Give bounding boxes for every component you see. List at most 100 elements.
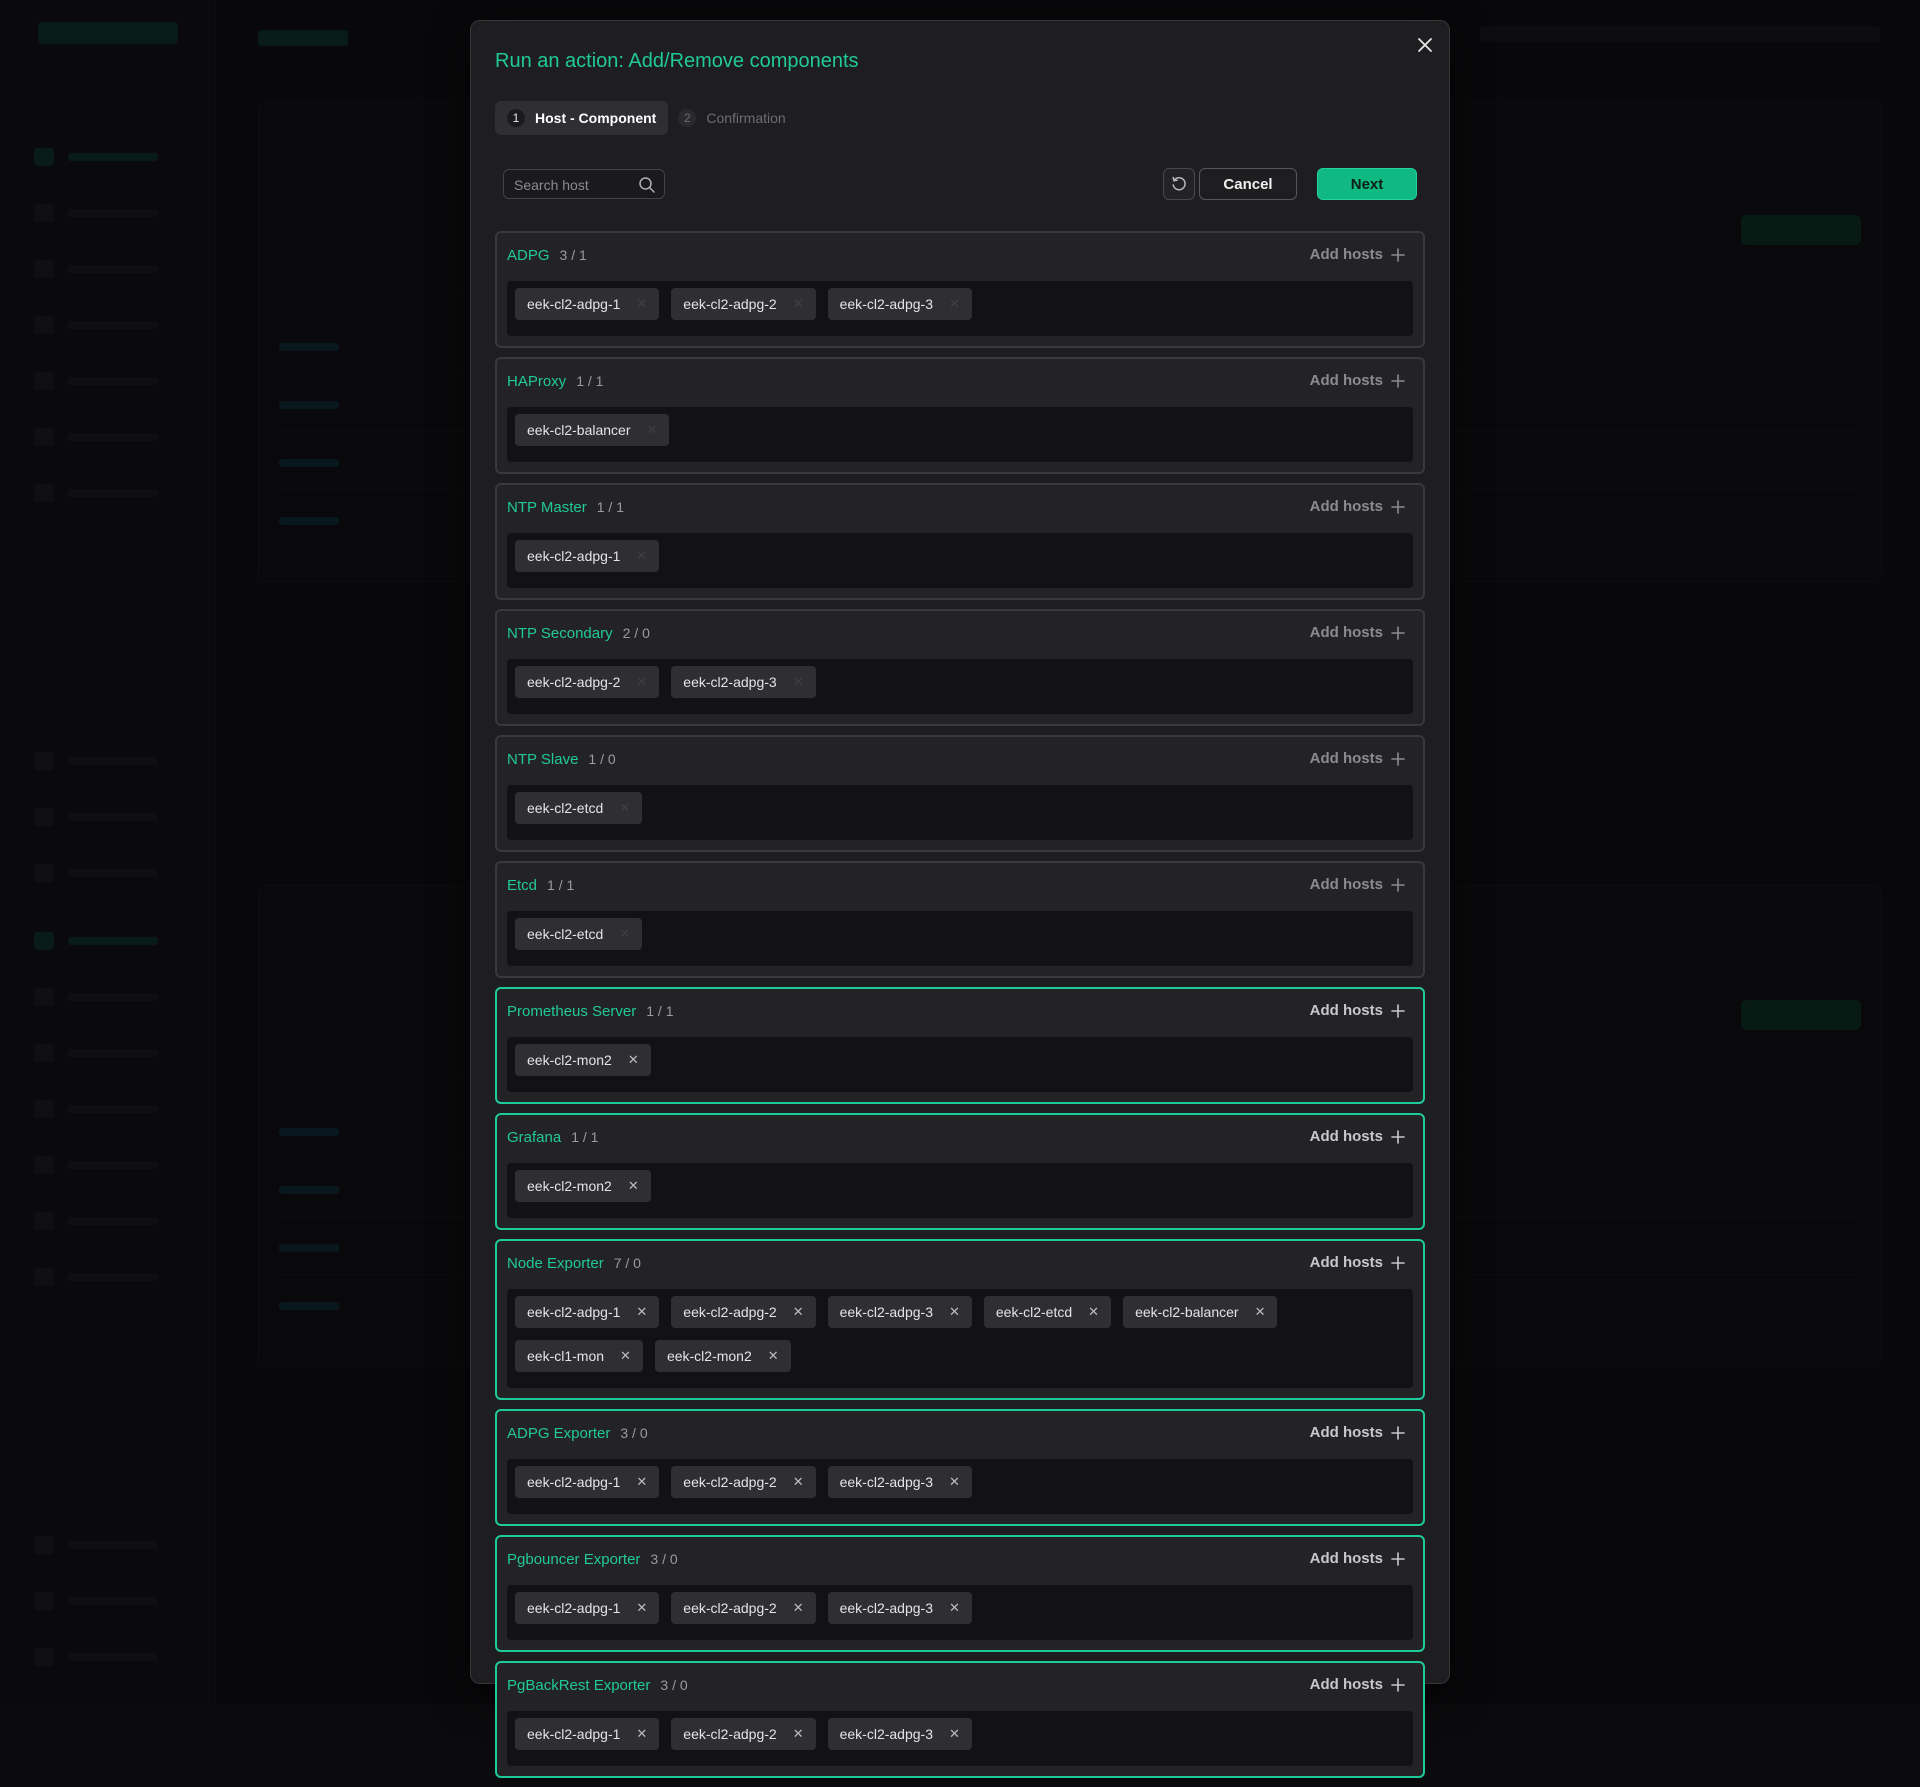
component-name: Pgbouncer Exporter 3 / 0 xyxy=(507,1551,678,1568)
step-confirmation[interactable]: 2 Confirmation xyxy=(676,101,797,135)
component-name: NTP Master 1 / 1 xyxy=(507,499,624,516)
remove-host-icon[interactable]: ✕ xyxy=(793,1474,804,1490)
remove-host-icon[interactable]: ✕ xyxy=(793,1600,804,1616)
host-chip: eek-cl2-adpg-3 ✕ xyxy=(827,288,972,320)
remove-host-icon[interactable]: ✕ xyxy=(636,674,647,690)
plus-icon xyxy=(1391,1129,1405,1144)
component-header: Node Exporter 7 / 0 Add hosts xyxy=(497,1241,1423,1289)
remove-host-icon[interactable]: ✕ xyxy=(636,1600,647,1616)
host-chip-list: eek-cl2-etcd ✕ xyxy=(507,911,1413,966)
plus-icon xyxy=(1391,1677,1405,1692)
remove-host-icon[interactable]: ✕ xyxy=(793,1304,804,1320)
add-hosts-button[interactable]: Add hosts xyxy=(1310,246,1405,263)
host-chip-label: eek-cl2-mon2 xyxy=(527,1178,612,1194)
add-hosts-button[interactable]: Add hosts xyxy=(1310,876,1405,893)
component-name-label: Etcd xyxy=(507,877,538,894)
remove-host-icon[interactable]: ✕ xyxy=(636,1474,647,1490)
close-button[interactable] xyxy=(1411,31,1439,59)
component-name-label: HAProxy xyxy=(507,373,567,390)
remove-host-icon[interactable]: ✕ xyxy=(768,1348,779,1364)
remove-host-icon[interactable]: ✕ xyxy=(949,1600,960,1616)
add-hosts-button[interactable]: Add hosts xyxy=(1310,498,1405,515)
remove-host-icon[interactable]: ✕ xyxy=(619,926,630,942)
component-block: Node Exporter 7 / 0 Add hosts eek-cl2-adpg-… xyxy=(495,1239,1425,1400)
component-name-label: Grafana xyxy=(507,1129,562,1146)
component-header: NTP Slave 1 / 0 Add hosts xyxy=(497,737,1423,785)
next-button[interactable]: Next xyxy=(1317,168,1417,200)
remove-host-icon[interactable]: ✕ xyxy=(793,674,804,690)
remove-host-icon[interactable]: ✕ xyxy=(636,296,647,312)
remove-host-icon[interactable]: ✕ xyxy=(1255,1304,1266,1320)
remove-host-icon[interactable]: ✕ xyxy=(949,1726,960,1742)
component-header: Pgbouncer Exporter 3 / 0 Add hosts xyxy=(497,1537,1423,1585)
host-chip: eek-cl2-adpg-3 ✕ xyxy=(827,1296,972,1328)
component-name-label: NTP Secondary xyxy=(507,625,613,642)
component-name-label: Prometheus Server xyxy=(507,1003,637,1020)
search-input[interactable] xyxy=(512,170,634,200)
add-hosts-label: Add hosts xyxy=(1309,1128,1383,1145)
remove-host-icon[interactable]: ✕ xyxy=(636,1304,647,1320)
host-chip: eek-cl2-mon2 ✕ xyxy=(515,1044,651,1076)
host-chip-label: eek-cl2-adpg-1 xyxy=(527,1304,621,1320)
close-icon xyxy=(1418,38,1432,52)
remove-host-icon[interactable]: ✕ xyxy=(636,548,647,564)
remove-host-icon[interactable]: ✕ xyxy=(949,1304,960,1320)
remove-host-icon[interactable]: ✕ xyxy=(628,1178,639,1194)
reset-button[interactable] xyxy=(1163,168,1195,200)
add-hosts-label: Add hosts xyxy=(1309,246,1383,263)
plus-icon xyxy=(1391,373,1405,388)
remove-host-icon[interactable]: ✕ xyxy=(1088,1304,1099,1320)
component-header: ADPG Exporter 3 / 0 Add hosts xyxy=(497,1411,1423,1459)
component-name-label: ADPG xyxy=(507,247,550,264)
plus-icon xyxy=(1391,1425,1405,1440)
add-hosts-label: Add hosts xyxy=(1309,1254,1383,1271)
search-icon[interactable] xyxy=(638,176,656,194)
host-chip: eek-cl2-adpg-3 ✕ xyxy=(827,1718,972,1750)
remove-host-icon[interactable]: ✕ xyxy=(619,800,630,816)
host-chip-label: eek-cl2-adpg-1 xyxy=(527,1726,621,1742)
plus-icon xyxy=(1391,499,1405,514)
remove-host-icon[interactable]: ✕ xyxy=(793,296,804,312)
add-hosts-label: Add hosts xyxy=(1309,372,1383,389)
host-chip: eek-cl2-etcd ✕ xyxy=(515,792,643,824)
host-chip-label: eek-cl2-adpg-2 xyxy=(683,1726,777,1742)
plus-icon xyxy=(1391,1255,1405,1270)
host-chip-list: eek-cl2-etcd ✕ xyxy=(507,785,1413,840)
host-chip-label: eek-cl2-adpg-2 xyxy=(683,1304,777,1320)
add-hosts-button[interactable]: Add hosts xyxy=(1310,1254,1405,1271)
host-chip: eek-cl2-adpg-1 ✕ xyxy=(515,540,660,572)
add-hosts-button[interactable]: Add hosts xyxy=(1310,1002,1405,1019)
plus-icon xyxy=(1391,625,1405,640)
component-block: ADPG Exporter 3 / 0 Add hosts eek-cl2-adpg-… xyxy=(495,1409,1425,1526)
add-hosts-button[interactable]: Add hosts xyxy=(1310,1424,1405,1441)
host-chip-label: eek-cl2-adpg-2 xyxy=(683,296,777,312)
add-hosts-button[interactable]: Add hosts xyxy=(1310,624,1405,641)
remove-host-icon[interactable]: ✕ xyxy=(647,422,658,438)
remove-host-icon[interactable]: ✕ xyxy=(620,1348,631,1364)
host-chip: eek-cl2-adpg-2 ✕ xyxy=(671,1296,816,1328)
component-name: Prometheus Server 1 / 1 xyxy=(507,1003,673,1020)
remove-host-icon[interactable]: ✕ xyxy=(793,1726,804,1742)
host-chip-label: eek-cl2-adpg-3 xyxy=(839,1474,933,1490)
host-chip: eek-cl2-adpg-3 ✕ xyxy=(827,1466,972,1498)
host-chip-label: eek-cl2-adpg-1 xyxy=(527,296,621,312)
remove-host-icon[interactable]: ✕ xyxy=(628,1052,639,1068)
search-host-box[interactable] xyxy=(503,169,665,200)
step-number: 1 xyxy=(507,109,525,127)
component-header: NTP Secondary 2 / 0 Add hosts xyxy=(497,611,1423,659)
add-hosts-label: Add hosts xyxy=(1309,1676,1383,1693)
component-name: ADPG 3 / 1 xyxy=(507,247,587,264)
add-hosts-button[interactable]: Add hosts xyxy=(1310,372,1405,389)
add-hosts-button[interactable]: Add hosts xyxy=(1310,750,1405,767)
remove-host-icon[interactable]: ✕ xyxy=(949,1474,960,1490)
component-host-count: 1 / 1 xyxy=(571,1129,599,1145)
add-hosts-button[interactable]: Add hosts xyxy=(1310,1128,1405,1145)
add-hosts-button[interactable]: Add hosts xyxy=(1310,1676,1405,1693)
remove-host-icon[interactable]: ✕ xyxy=(636,1726,647,1742)
remove-host-icon[interactable]: ✕ xyxy=(949,296,960,312)
host-chip: eek-cl2-balancer ✕ xyxy=(1123,1296,1278,1328)
add-hosts-button[interactable]: Add hosts xyxy=(1310,1550,1405,1567)
host-chip: eek-cl2-etcd ✕ xyxy=(983,1296,1112,1328)
step-host-component[interactable]: 1 Host - Component xyxy=(495,101,669,135)
cancel-button[interactable]: Cancel xyxy=(1199,168,1297,200)
